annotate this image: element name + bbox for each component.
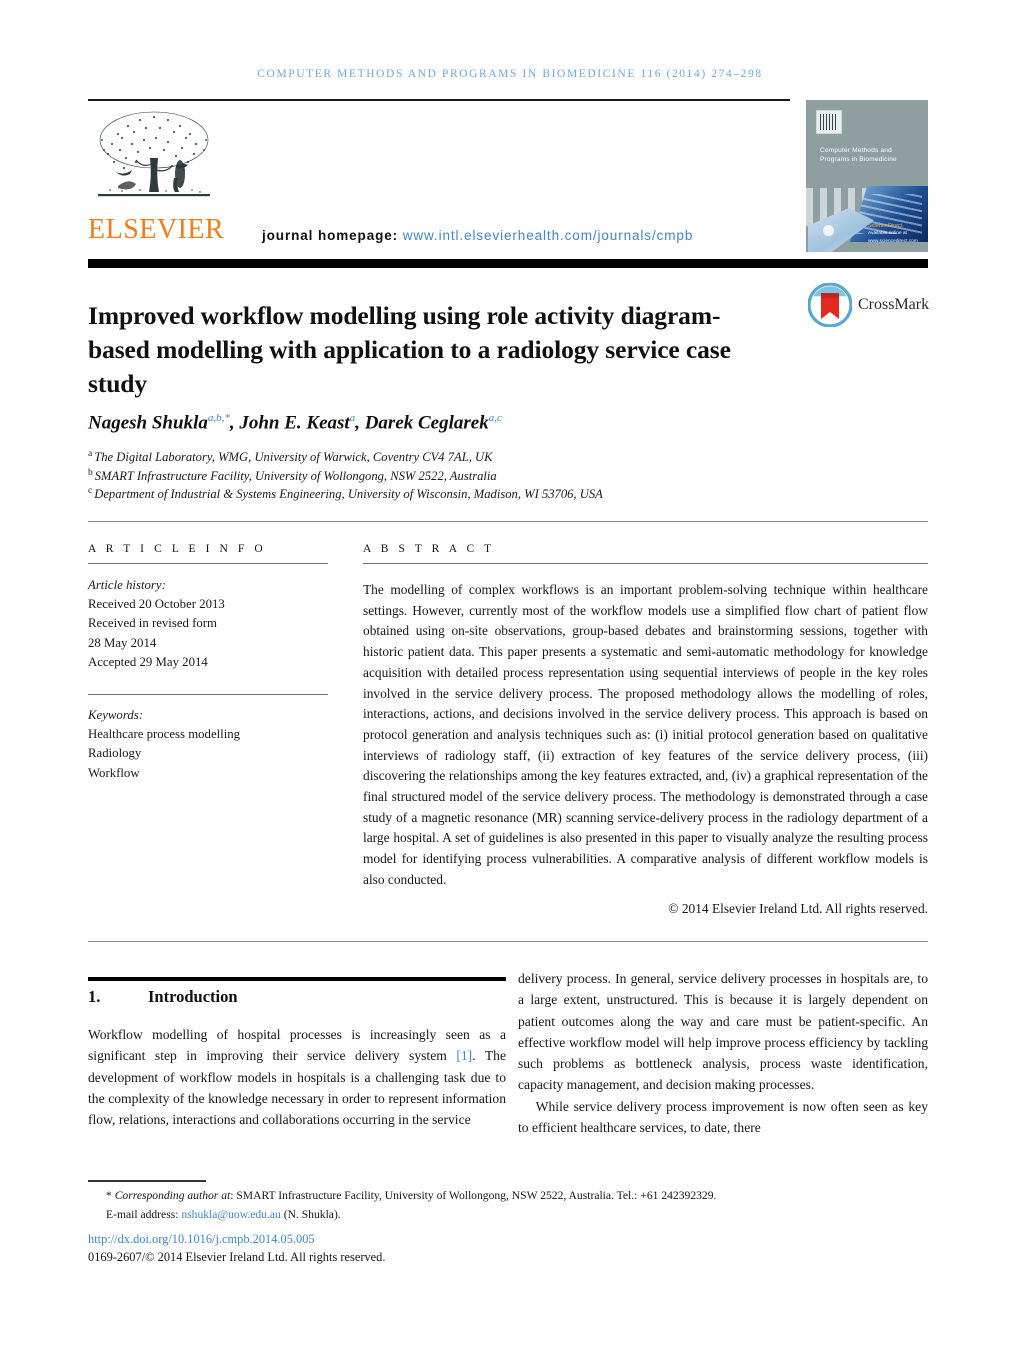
abstract-column: A B S T R A C T The modelling of complex…	[363, 543, 928, 917]
body-right-paragraph: delivery process. In general, service de…	[518, 971, 928, 1093]
cover-sciencedirect-label: ScienceDirect	[868, 223, 903, 229]
affiliation-item: b SMART Infrastructure Facility, Universi…	[88, 467, 848, 486]
article-history-item: 28 May 2014	[88, 635, 157, 650]
article-history-item: Received in revised form	[88, 616, 217, 631]
barcode-icon	[816, 110, 842, 134]
elsevier-tree-icon	[98, 111, 210, 197]
cover-dot-graphic	[822, 224, 835, 237]
journal-homepage-line: journal homepage: www.intl.elsevierhealt…	[262, 228, 693, 243]
author-list: Nagesh Shuklaa,b,*, John E. Keasta, Dare…	[88, 412, 502, 434]
citation-link[interactable]: [1]	[456, 1048, 472, 1063]
keyword-item: Healthcare process modelling	[88, 727, 241, 742]
footnote-rule	[88, 1180, 206, 1182]
journal-cover-thumbnail: Computer Methods and Programs in Biomedi…	[806, 100, 928, 252]
affiliation-item: a The Digital Laboratory, WMG, University…	[88, 448, 848, 467]
article-info-heading: A R T I C L E I N F O	[88, 543, 267, 555]
elsevier-wordmark: ELSEVIER	[88, 214, 225, 245]
email-owner: (N. Shukla).	[283, 1207, 341, 1221]
keyword-item: Workflow	[88, 765, 140, 780]
article-info-column: A R T I C L E I N F O Article history: R…	[88, 543, 328, 783]
body-right-paragraph: While service delivery process improveme…	[518, 1098, 928, 1135]
body-column-left: Workflow modelling of hospital processes…	[88, 1024, 506, 1130]
keyword-item: Radiology	[88, 746, 142, 761]
article-info-rule	[88, 563, 328, 564]
cover-title: Computer Methods and Programs in Biomedi…	[820, 147, 897, 164]
journal-homepage-label: journal homepage:	[262, 228, 399, 243]
section-heading: 1. Introduction	[88, 987, 506, 1007]
crossmark-label: CrossMark	[858, 296, 930, 313]
affiliation-text: Department of Industrial & Systems Engin…	[94, 487, 603, 502]
affiliation-mark: c	[88, 486, 93, 497]
running-head: Computer methods and programs in biomedi…	[257, 68, 763, 80]
abstract-rule	[363, 563, 928, 564]
email-link[interactable]: nshukla@uow.edu.au	[181, 1208, 280, 1221]
corresponding-author-marker: *	[106, 1189, 112, 1202]
footnote-block: * Corresponding author at: SMART Infrast…	[88, 1187, 928, 1225]
email-line: E-mail address: nshukla@uow.edu.au (N. S…	[88, 1206, 928, 1225]
affiliation-mark: b	[88, 467, 93, 478]
keywords-label: Keywords:	[88, 707, 143, 722]
article-first-page: Computer methods and programs in biomedi…	[0, 0, 1020, 1351]
doi-link[interactable]: http://dx.doi.org/10.1016/j.cmpb.2014.05…	[88, 1232, 315, 1247]
body-left-pre: Workflow modelling of hospital processes…	[88, 1027, 506, 1064]
keywords-rule	[88, 693, 328, 695]
body-section-top-rule	[88, 941, 928, 942]
elsevier-logo: ELSEVIER	[88, 104, 225, 252]
affiliation-list: a The Digital Laboratory, WMG, University…	[88, 448, 848, 504]
email-label: E-mail address:	[106, 1207, 179, 1221]
affiliation-text: SMART Infrastructure Facility, Universit…	[94, 468, 497, 483]
crossmark-icon	[808, 283, 852, 327]
corresponding-author-line: * Corresponding author at: SMART Infrast…	[88, 1187, 928, 1206]
masthead-black-bar	[88, 259, 928, 268]
affiliation-text: The Digital Laboratory, WMG, University …	[94, 450, 493, 465]
info-section-top-rule	[88, 521, 928, 522]
journal-homepage-url[interactable]: www.intl.elsevierhealth.com/journals/cmp…	[403, 228, 694, 243]
article-history-item: Received 20 October 2013	[88, 597, 225, 612]
abstract-text: The modelling of complex workflows is an…	[363, 582, 928, 887]
article-history-item: Accepted 29 May 2014	[88, 654, 208, 669]
abstract-copyright: © 2014 Elsevier Ireland Ltd. All rights …	[668, 900, 928, 916]
page-title: Improved workflow modelling using role a…	[88, 301, 731, 399]
affiliation-item: c Department of Industrial & Systems Engi…	[88, 485, 848, 504]
masthead-top-rule	[88, 99, 790, 101]
cover-footer: ScienceDirect Available online at www.sc…	[868, 222, 924, 245]
section-title: Introduction	[148, 987, 238, 1006]
issn-copyright-line: 0169-2607/© 2014 Elsevier Ireland Ltd. A…	[88, 1250, 386, 1264]
section-heading-rule	[88, 977, 506, 981]
body-column-right: delivery process. In general, service de…	[518, 968, 928, 1138]
section-number: 1.	[88, 987, 101, 1006]
corresponding-author-text: : SMART Infrastructure Facility, Univers…	[230, 1189, 717, 1202]
abstract-heading: A B S T R A C T	[363, 543, 495, 555]
article-history-label: Article history:	[88, 578, 166, 592]
corresponding-author-label: Corresponding author at	[114, 1189, 231, 1202]
affiliation-mark: a	[88, 449, 93, 459]
crossmark-logo[interactable]: CrossMark	[808, 283, 930, 329]
cover-availability-label: Available online at www.sciencedirect.co…	[868, 231, 918, 244]
